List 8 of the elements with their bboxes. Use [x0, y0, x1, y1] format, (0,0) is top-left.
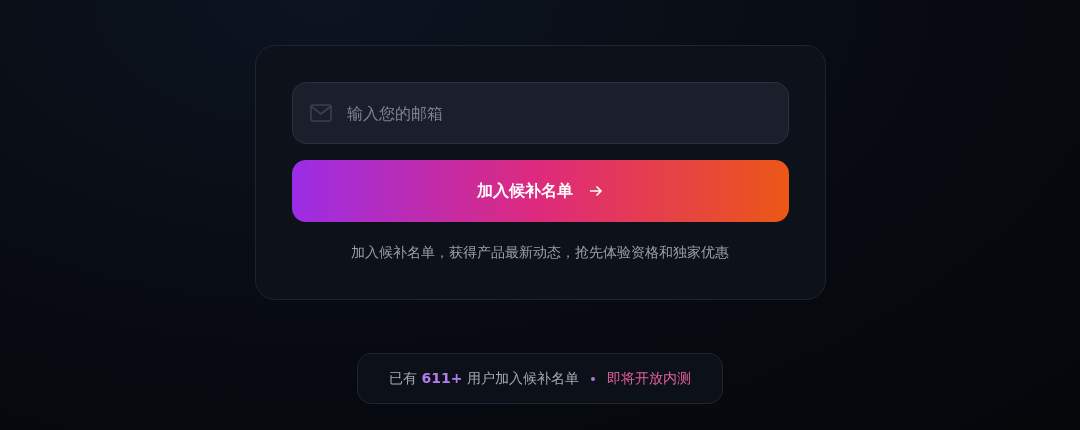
email-field[interactable]: 输入您的邮箱 — [291, 82, 789, 144]
mail-icon — [309, 104, 332, 122]
caption-text: 加入候补名单，获得产品最新动态，抢先体验资格和独家优惠 — [350, 243, 730, 262]
status-text: 即将开放内测 — [606, 369, 691, 388]
arrow-icon — [589, 185, 603, 197]
separator-dot — [590, 376, 595, 381]
waitlist-count-text: 已有 611+ 用户加入候补名单 — [389, 369, 579, 388]
join-waitlist-button[interactable]: 加入候补名单 — [291, 160, 789, 222]
